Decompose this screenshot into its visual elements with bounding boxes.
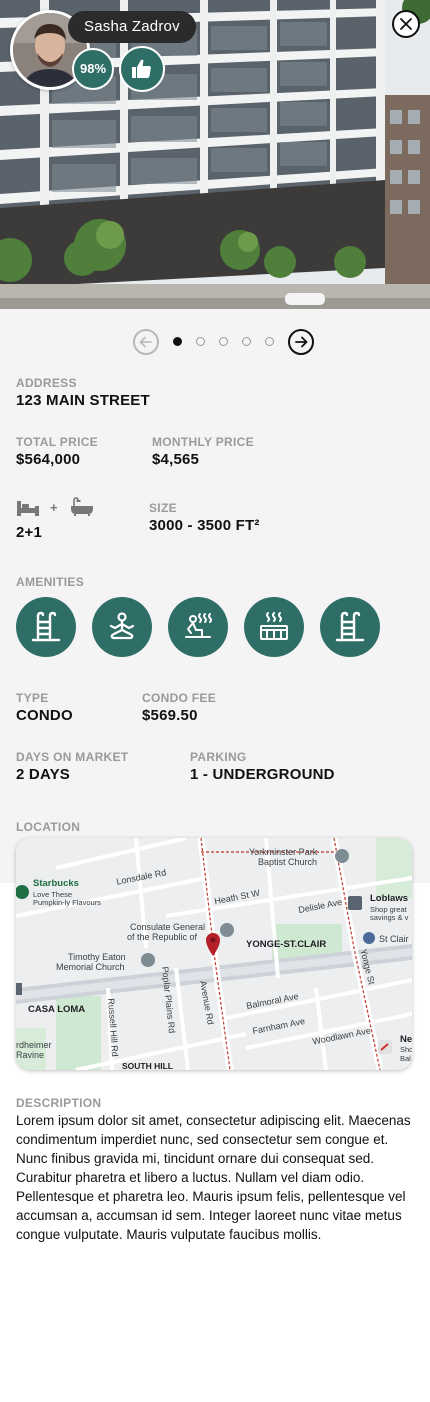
- location-label: LOCATION: [16, 820, 81, 834]
- type-label: TYPE: [16, 691, 49, 705]
- map-label: Starbucks: [33, 878, 79, 889]
- pager-dot-3[interactable]: [219, 337, 228, 346]
- photo-pager: [0, 329, 430, 357]
- condo-fee-label: CONDO FEE: [142, 691, 217, 705]
- total-price-value: $564,000: [16, 451, 81, 468]
- monthly-price-label: MONTHLY PRICE: [152, 435, 254, 449]
- map-label: Bal: [400, 1054, 411, 1063]
- map-label: SOUTH HILL: [122, 1061, 173, 1070]
- days-on-market-label: DAYS ON MARKET: [16, 750, 129, 764]
- size-value: 3000 - 3500 FT²: [149, 517, 260, 534]
- map-label: St Clair: [379, 934, 409, 944]
- map-label: Ravine: [16, 1050, 45, 1060]
- size-label: SIZE: [149, 501, 177, 515]
- total-price-label: TOTAL PRICE: [16, 435, 98, 449]
- condo-fee-value: $569.50: [142, 707, 198, 724]
- parking-label: PARKING: [190, 750, 247, 764]
- close-button[interactable]: [392, 10, 420, 38]
- map-label: Consulate General: [130, 922, 206, 932]
- bed-icon: [17, 501, 39, 516]
- pager-dot-5[interactable]: [265, 337, 274, 346]
- map-label: Ne: [400, 1034, 412, 1045]
- map-pin-icon: [206, 933, 220, 956]
- amenities-label: AMENITIES: [16, 575, 85, 589]
- map-label: Sho: [400, 1045, 412, 1054]
- map-label: Loblaws: [370, 893, 409, 904]
- amenity-sauna[interactable]: [168, 597, 228, 657]
- hot-tub-icon: [260, 612, 288, 640]
- description-text: Lorem ipsum dolor sit amet, consectetur …: [16, 1113, 411, 1242]
- map-label: CASA LOMA: [28, 1004, 86, 1015]
- pager-dot-1[interactable]: [173, 337, 182, 346]
- pager-dot-2[interactable]: [196, 337, 205, 346]
- map-label: Yorkminster Park: [249, 847, 318, 857]
- pool-ladder-icon: [31, 611, 61, 642]
- agent-name: Sasha Zadrov: [68, 11, 196, 43]
- map-label: Pumpkin-ly Flavours: [33, 898, 101, 907]
- parking-value: 1 - UNDERGROUND: [190, 766, 335, 783]
- sauna-icon: [185, 613, 212, 638]
- map-label: YONGE-ST.CLAIR: [246, 939, 327, 950]
- arrow-left-icon: [139, 336, 152, 348]
- map-label: Memorial Church: [56, 962, 125, 972]
- rooms-value: 2+1: [16, 524, 43, 541]
- address-label: ADDRESS: [16, 376, 77, 390]
- days-on-market-value: 2 DAYS: [16, 766, 71, 783]
- close-icon: [400, 18, 412, 30]
- like-button[interactable]: [119, 46, 165, 92]
- map-label: Baptist Church: [258, 857, 318, 867]
- monthly-price-value: $4,565: [152, 451, 200, 468]
- description-label: DESCRIPTION: [16, 1096, 102, 1110]
- pool-ladder-icon: [335, 611, 365, 642]
- location-map[interactable]: Yorkminster Park Baptist Church Starbuck…: [16, 838, 412, 1070]
- amenity-pool-2[interactable]: [320, 597, 380, 657]
- map-label: savings & v: [370, 913, 409, 922]
- amenity-pool[interactable]: [16, 597, 76, 657]
- address-value: 123 MAIN STREET: [16, 392, 150, 409]
- amenity-yoga[interactable]: [92, 597, 152, 657]
- amenity-hot-tub[interactable]: [244, 597, 304, 657]
- yoga-meditation-icon: [109, 612, 135, 640]
- map-label: of the Republic of: [127, 932, 198, 942]
- pager-dot-4[interactable]: [242, 337, 251, 346]
- type-value: CONDO: [16, 707, 73, 724]
- next-photo-button[interactable]: [288, 329, 314, 355]
- thumbs-up-icon: [132, 59, 151, 78]
- map-label: Timothy Eaton: [68, 952, 126, 962]
- bathtub-icon: [71, 497, 93, 516]
- rooms-plus-sign: +: [50, 500, 58, 515]
- map-label: rdheimer: [16, 1040, 52, 1050]
- arrow-right-icon: [295, 336, 308, 348]
- agent-rating-badge: 98%: [72, 48, 114, 90]
- previous-photo-button[interactable]: [133, 329, 159, 355]
